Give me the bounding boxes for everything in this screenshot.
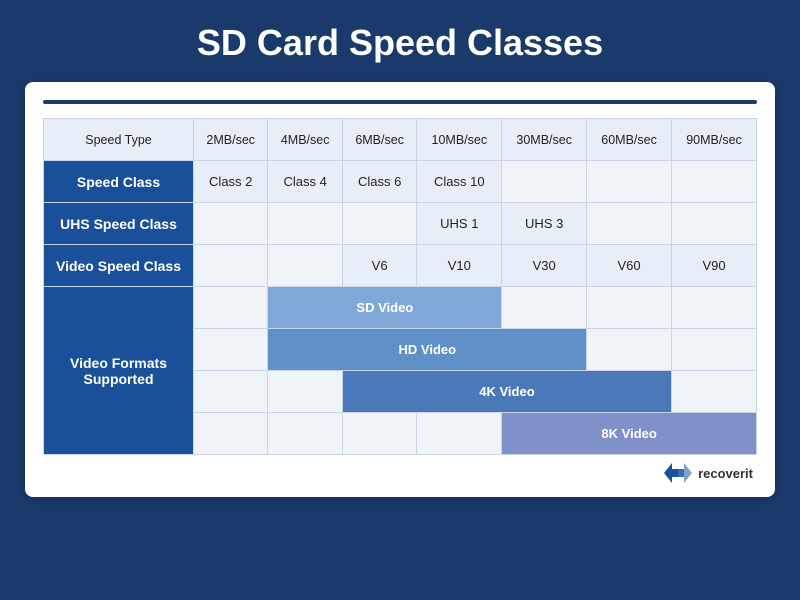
speed-type-60mb: 60MB/sec <box>587 119 672 161</box>
speed-class-header: Speed Class <box>44 161 194 203</box>
speed-class-10: Class 10 <box>417 161 502 203</box>
speed-class-2: Class 2 <box>194 161 268 203</box>
vf-hd-empty-3 <box>672 329 757 371</box>
page-title: SD Card Speed Classes <box>197 0 603 82</box>
speed-class-empty-1 <box>502 161 587 203</box>
speed-type-10mb: 10MB/sec <box>417 119 502 161</box>
vf-8k-empty-2 <box>268 413 342 455</box>
recoverit-logo: recoverit <box>664 463 753 483</box>
main-card: Speed Type 2MB/sec 4MB/sec 6MB/sec 10MB/… <box>25 82 775 497</box>
uhs-speed-class-header: UHS Speed Class <box>44 203 194 245</box>
speed-class-empty-2 <box>587 161 672 203</box>
speed-class-4: Class 4 <box>268 161 342 203</box>
uhs-empty-3 <box>342 203 416 245</box>
uhs-3: UHS 3 <box>502 203 587 245</box>
uhs-empty-1 <box>194 203 268 245</box>
header-line <box>43 100 757 104</box>
uhs-empty-5 <box>672 203 757 245</box>
speed-type-90mb: 90MB/sec <box>672 119 757 161</box>
vf-8k-empty-4 <box>417 413 502 455</box>
vf-4k-empty-3 <box>672 371 757 413</box>
branding-name: recoverit <box>698 466 753 481</box>
speed-class-6: Class 6 <box>342 161 416 203</box>
speed-type-row: Speed Type 2MB/sec 4MB/sec 6MB/sec 10MB/… <box>44 119 757 161</box>
uhs-empty-2 <box>268 203 342 245</box>
branding-area: recoverit <box>43 463 757 483</box>
uhs-1: UHS 1 <box>417 203 502 245</box>
v60: V60 <box>587 245 672 287</box>
video-speed-class-row: Video Speed Class V6 V10 V30 V60 V90 <box>44 245 757 287</box>
vf-4k-empty-2 <box>268 371 342 413</box>
v90: V90 <box>672 245 757 287</box>
video-speed-class-header: Video Speed Class <box>44 245 194 287</box>
speed-type-header: Speed Type <box>44 119 194 161</box>
speed-type-4mb: 4MB/sec <box>268 119 342 161</box>
vs-empty-2 <box>268 245 342 287</box>
speed-type-30mb: 30MB/sec <box>502 119 587 161</box>
sd-video-bar: SD Video <box>268 287 502 329</box>
video-formats-sd-row: Video FormatsSupported SD Video <box>44 287 757 329</box>
speed-type-6mb: 6MB/sec <box>342 119 416 161</box>
vf-empty-2 <box>502 287 587 329</box>
recoverit-icon <box>664 463 692 483</box>
vs-empty-1 <box>194 245 268 287</box>
vf-8k-empty-1 <box>194 413 268 455</box>
vf-empty-4 <box>672 287 757 329</box>
speed-class-row: Speed Class Class 2 Class 4 Class 6 Clas… <box>44 161 757 203</box>
hd-video-bar: HD Video <box>268 329 587 371</box>
uhs-empty-4 <box>587 203 672 245</box>
8k-video-bar: 8K Video <box>502 413 757 455</box>
speed-table: Speed Type 2MB/sec 4MB/sec 6MB/sec 10MB/… <box>43 118 757 455</box>
vf-empty-1 <box>194 287 268 329</box>
v10: V10 <box>417 245 502 287</box>
video-formats-header: Video FormatsSupported <box>44 287 194 455</box>
vf-hd-empty-2 <box>587 329 672 371</box>
4k-video-bar: 4K Video <box>342 371 671 413</box>
vf-8k-empty-3 <box>342 413 416 455</box>
uhs-speed-class-row: UHS Speed Class UHS 1 UHS 3 <box>44 203 757 245</box>
speed-class-empty-3 <box>672 161 757 203</box>
vf-empty-3 <box>587 287 672 329</box>
vf-4k-empty-1 <box>194 371 268 413</box>
v6: V6 <box>342 245 416 287</box>
vf-hd-empty-1 <box>194 329 268 371</box>
v30: V30 <box>502 245 587 287</box>
speed-type-2mb: 2MB/sec <box>194 119 268 161</box>
